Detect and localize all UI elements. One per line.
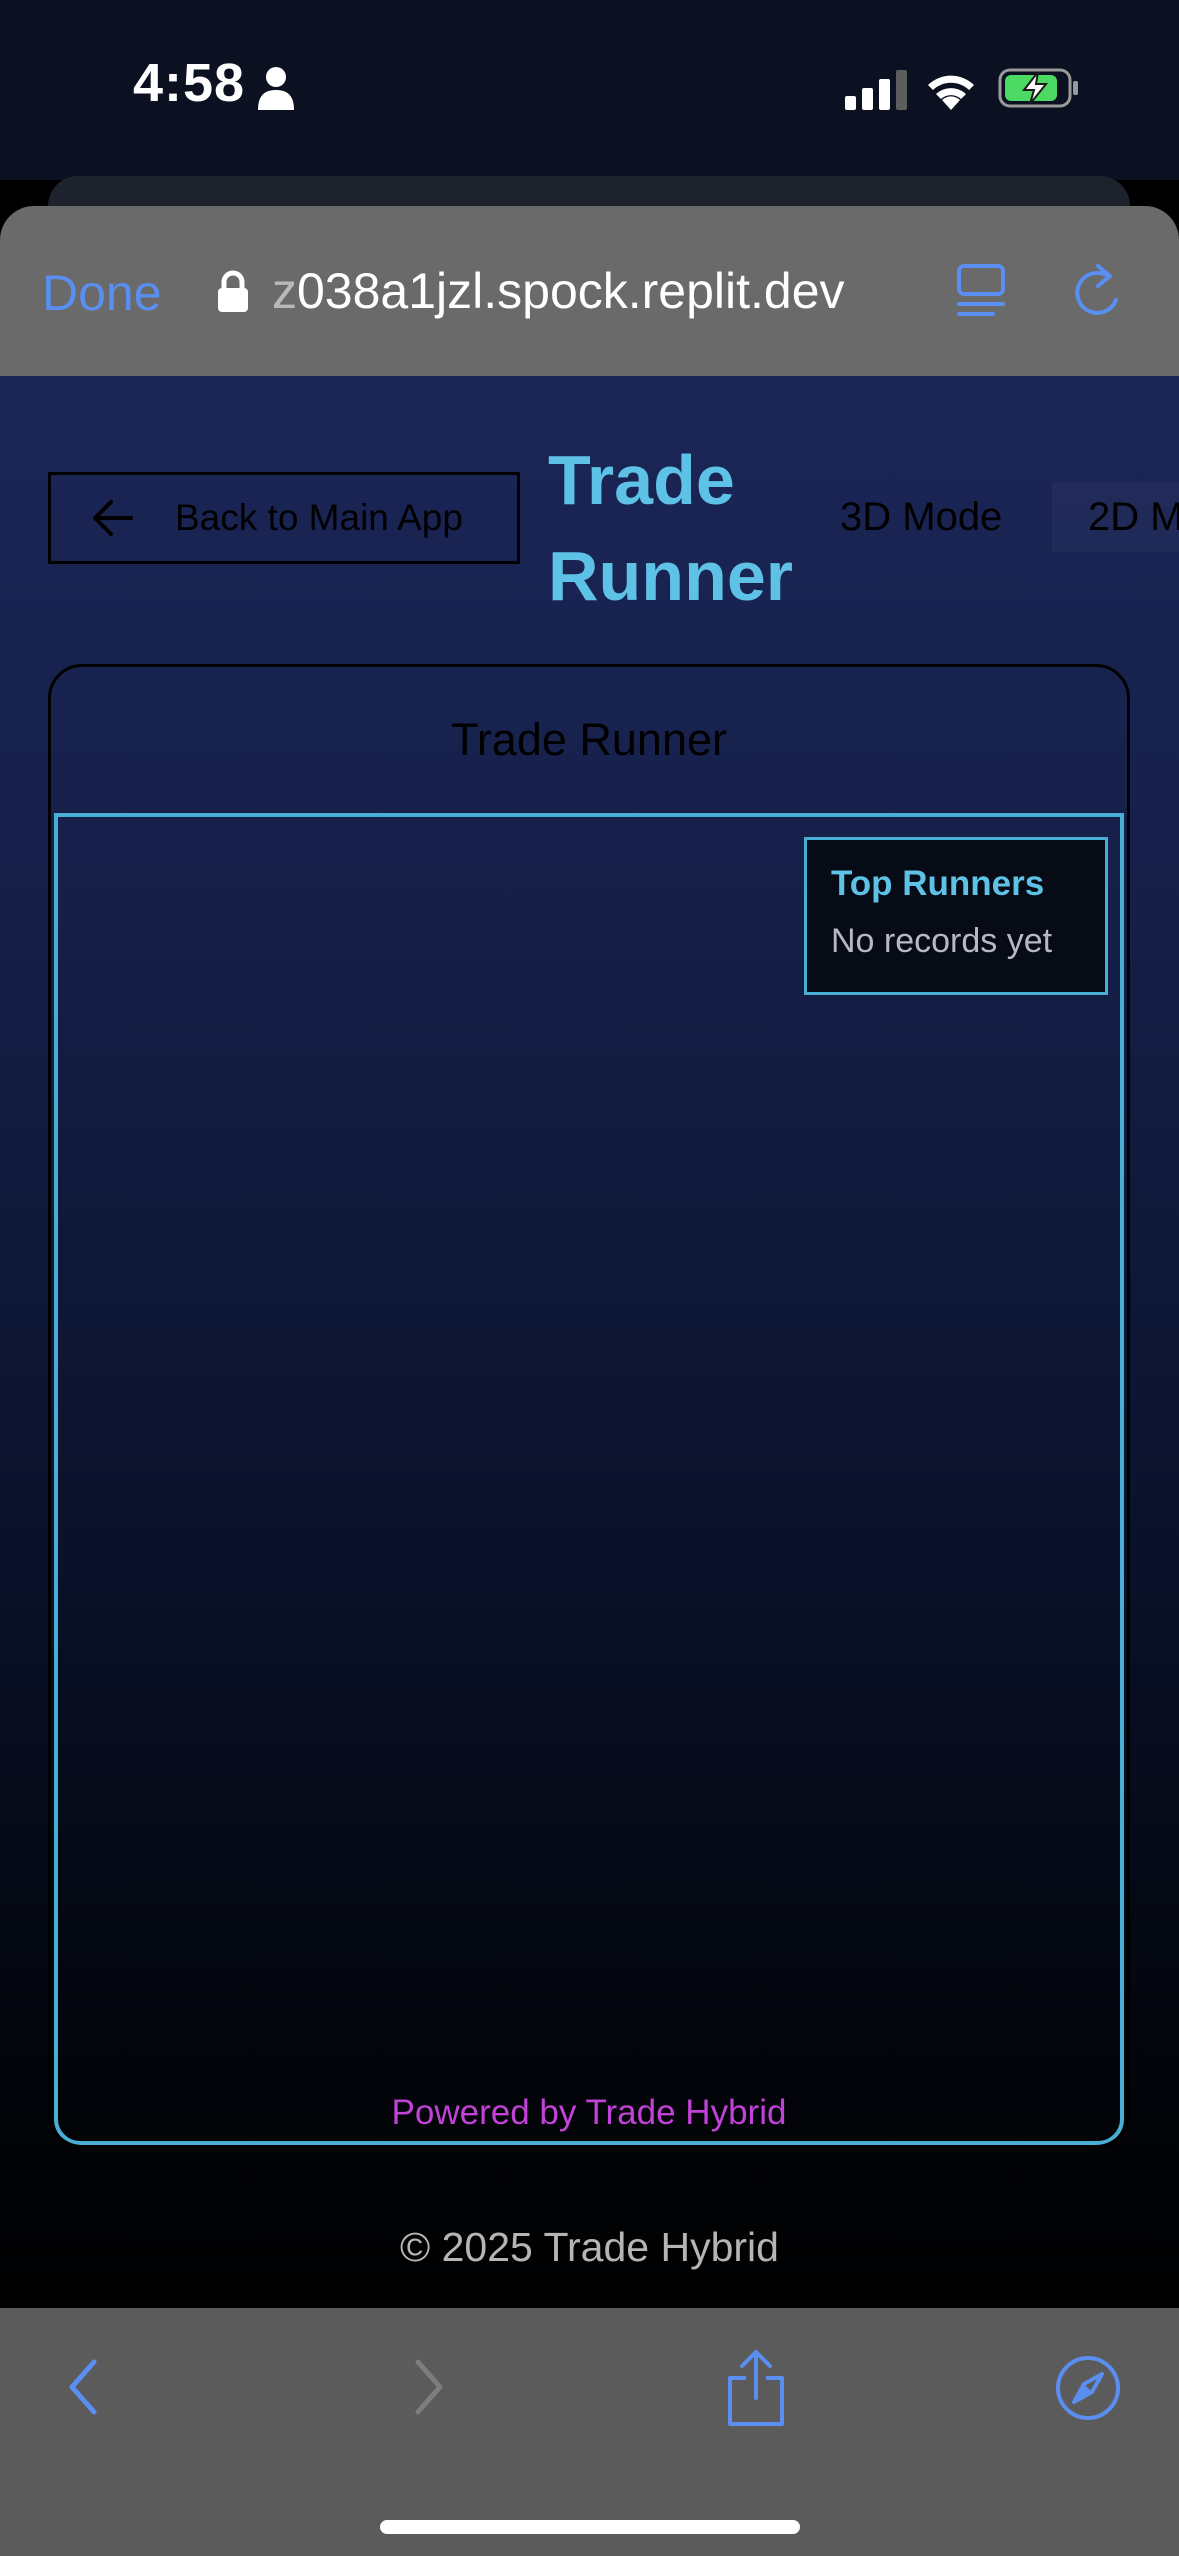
status-bar: 4:58 xyxy=(0,0,1179,180)
battery-charging-icon xyxy=(998,68,1078,108)
3d-mode-button[interactable]: 3D Mode xyxy=(812,482,1030,552)
back-icon[interactable] xyxy=(60,2352,110,2422)
web-page: Back to Main App Trade Runner 3D Mode 2D… xyxy=(0,376,1179,2308)
compass-icon[interactable] xyxy=(1054,2354,1122,2422)
arrow-left-icon xyxy=(93,500,133,536)
browser-toolbar: Done z038a1jzl.spock.replit.dev xyxy=(0,206,1179,376)
done-button[interactable]: Done xyxy=(42,264,162,322)
signal-icon xyxy=(845,70,907,110)
back-button-label: Back to Main App xyxy=(175,497,463,538)
back-to-main-app-button[interactable]: Back to Main App xyxy=(48,472,520,564)
game-canvas[interactable]: Top Runners No records yet Powered by Tr… xyxy=(54,813,1124,2145)
lock-icon xyxy=(218,270,248,312)
powered-by-text: Powered by Trade Hybrid xyxy=(391,2093,787,2132)
status-time: 4:58 xyxy=(133,53,246,113)
forward-icon[interactable] xyxy=(402,2352,452,2422)
url-host: 038a1jzl.spock.replit.dev xyxy=(297,263,845,319)
person-icon xyxy=(258,67,294,110)
copyright-text: © 2025 Trade Hybrid xyxy=(400,2224,779,2270)
url-prefix: z xyxy=(272,263,297,319)
wifi-icon xyxy=(928,75,974,110)
leaderboard-panel: Top Runners No records yet xyxy=(804,837,1108,995)
reader-mode-icon[interactable] xyxy=(955,262,1009,320)
home-indicator[interactable] xyxy=(380,2520,800,2534)
leaderboard-title: Top Runners xyxy=(831,864,1045,903)
share-icon[interactable] xyxy=(722,2348,790,2428)
page-title: Trade Runner xyxy=(548,441,793,615)
browser-bottom-toolbar xyxy=(0,2308,1179,2556)
reload-icon[interactable] xyxy=(1072,262,1128,322)
url-field[interactable]: z038a1jzl.spock.replit.dev xyxy=(272,262,845,320)
2d-mode-button[interactable]: 2D Mode xyxy=(1052,482,1179,552)
leaderboard-empty-text: No records yet xyxy=(831,922,1053,960)
card-title: Trade Runner xyxy=(451,714,727,765)
game-card: Trade Runner Top Runners No records yet … xyxy=(48,664,1130,2148)
